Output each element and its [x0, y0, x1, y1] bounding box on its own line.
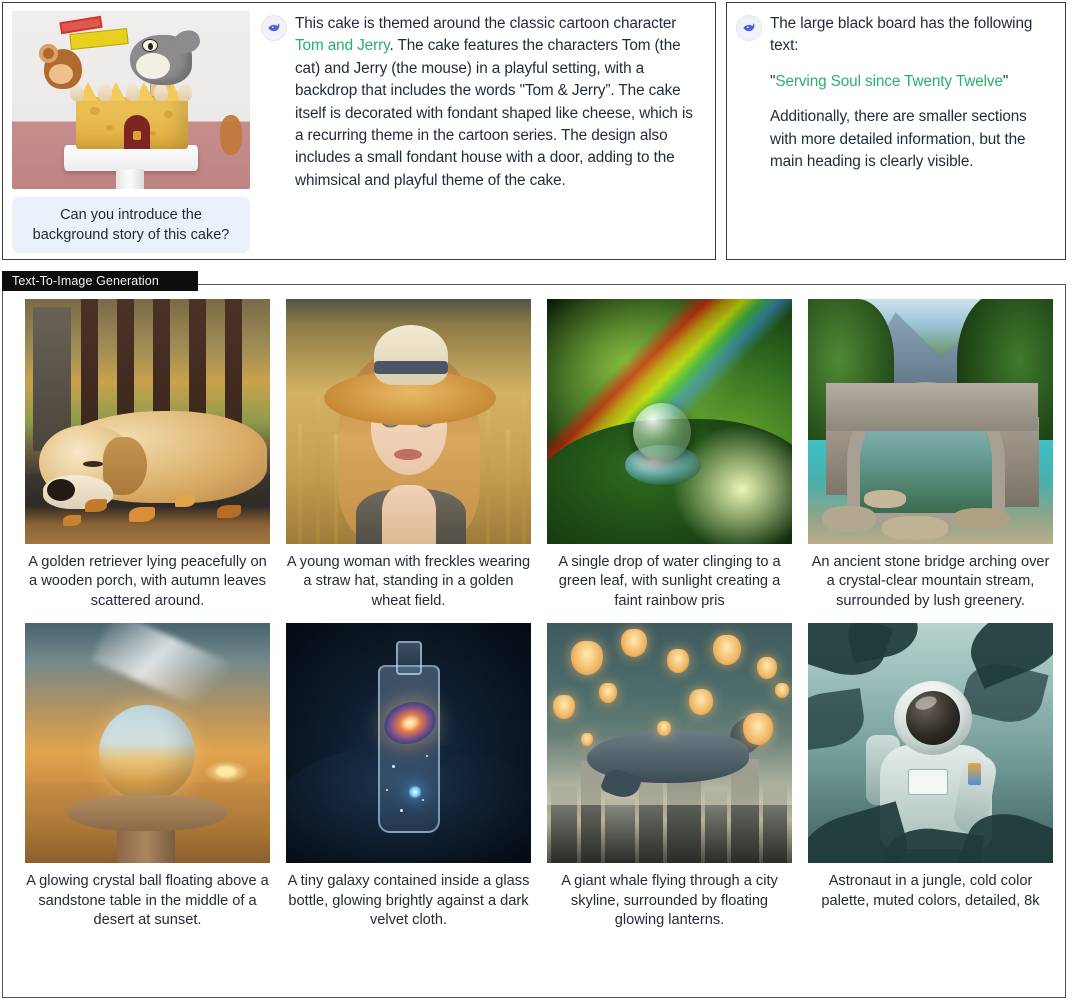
- generated-image-golden-retriever[interactable]: [25, 299, 270, 544]
- cake-answer-text: This cake is themed around the classic c…: [295, 13, 703, 253]
- section-badge: Text-To-Image Generation: [2, 271, 198, 291]
- image-grid-row: A glowing crystal ball floating above a …: [17, 623, 1053, 930]
- blackboard-line-1: The large black board has the following …: [770, 15, 1033, 55]
- image-caption: A glowing crystal ball floating above a …: [26, 873, 269, 929]
- cake-photo: [12, 11, 250, 189]
- blackboard-qa-panel: The large black board has the following …: [726, 2, 1066, 260]
- generated-image-young-woman-wheat-field[interactable]: [286, 299, 531, 544]
- generated-image-stone-bridge[interactable]: [808, 299, 1053, 544]
- screenshot-root: Can you introduce the background story o…: [0, 0, 1080, 1005]
- grid-cell-golden-retriever: A golden retriever lying peacefully on a…: [17, 299, 278, 611]
- generated-image-whale-over-city[interactable]: [547, 623, 792, 864]
- blackboard-quote: "Serving Soul since Twenty Twelve": [770, 71, 1055, 93]
- generated-image-galaxy-in-bottle[interactable]: [286, 623, 531, 864]
- whale-logo-icon: [736, 15, 762, 41]
- answer-suffix: . The cake features the characters Tom (…: [295, 37, 693, 189]
- image-caption: A single drop of water clinging to a gre…: [558, 554, 781, 609]
- grid-cell-whale-over-city: A giant whale flying through a city skyl…: [539, 623, 800, 930]
- cake-qa-left-column: Can you introduce the background story o…: [3, 3, 261, 259]
- grid-cell-stone-bridge: An ancient stone bridge arching over a c…: [800, 299, 1061, 611]
- answer-highlight: Tom and Jerry: [295, 37, 390, 55]
- generated-image-astronaut-jungle[interactable]: [808, 623, 1053, 864]
- quote-highlight: Serving Soul since Twenty Twelve: [775, 72, 1003, 90]
- cake-answer-column: This cake is themed around the classic c…: [261, 3, 715, 259]
- user-message-bubble: Can you introduce the background story o…: [12, 197, 250, 253]
- blackboard-answer-text: The large black board has the following …: [770, 13, 1055, 253]
- image-grid-row: A golden retriever lying peacefully on a…: [17, 299, 1053, 611]
- image-caption: A giant whale flying through a city skyl…: [561, 873, 778, 929]
- grid-cell-galaxy-in-bottle: A tiny galaxy contained inside a glass b…: [278, 623, 539, 930]
- blackboard-line-3: Additionally, there are smaller sections…: [770, 108, 1027, 171]
- whale-logo-icon: [261, 15, 287, 41]
- generated-image-crystal-ball-desert[interactable]: [25, 623, 270, 864]
- generated-image-water-drop-leaf[interactable]: [547, 299, 792, 544]
- image-grid: A golden retriever lying peacefully on a…: [3, 285, 1065, 997]
- image-caption: Astronaut in a jungle, cold color palett…: [821, 873, 1040, 909]
- grid-cell-young-woman-wheat-field: A young woman with freckles wearing a st…: [278, 299, 539, 611]
- cake-qa-panel: Can you introduce the background story o…: [2, 2, 716, 260]
- cake-photo-art: [12, 11, 250, 189]
- answer-prefix: This cake is themed around the classic c…: [295, 15, 677, 32]
- blackboard-answer-column: The large black board has the following …: [727, 3, 1065, 259]
- image-caption: A young woman with freckles wearing a st…: [286, 554, 531, 609]
- quote-close: ": [1002, 72, 1009, 90]
- grid-cell-water-drop-leaf: A single drop of water clinging to a gre…: [539, 299, 800, 611]
- top-conversation-row: Can you introduce the background story o…: [0, 0, 1080, 265]
- image-caption: A tiny galaxy contained inside a glass b…: [287, 873, 530, 929]
- image-caption: A golden retriever lying peacefully on a…: [28, 554, 267, 609]
- grid-cell-astronaut-jungle: Astronaut in a jungle, cold color palett…: [800, 623, 1061, 930]
- image-caption: An ancient stone bridge arching over a c…: [811, 554, 1050, 609]
- text-to-image-section: A golden retriever lying peacefully on a…: [2, 284, 1066, 998]
- grid-cell-crystal-ball-desert: A glowing crystal ball floating above a …: [17, 623, 278, 930]
